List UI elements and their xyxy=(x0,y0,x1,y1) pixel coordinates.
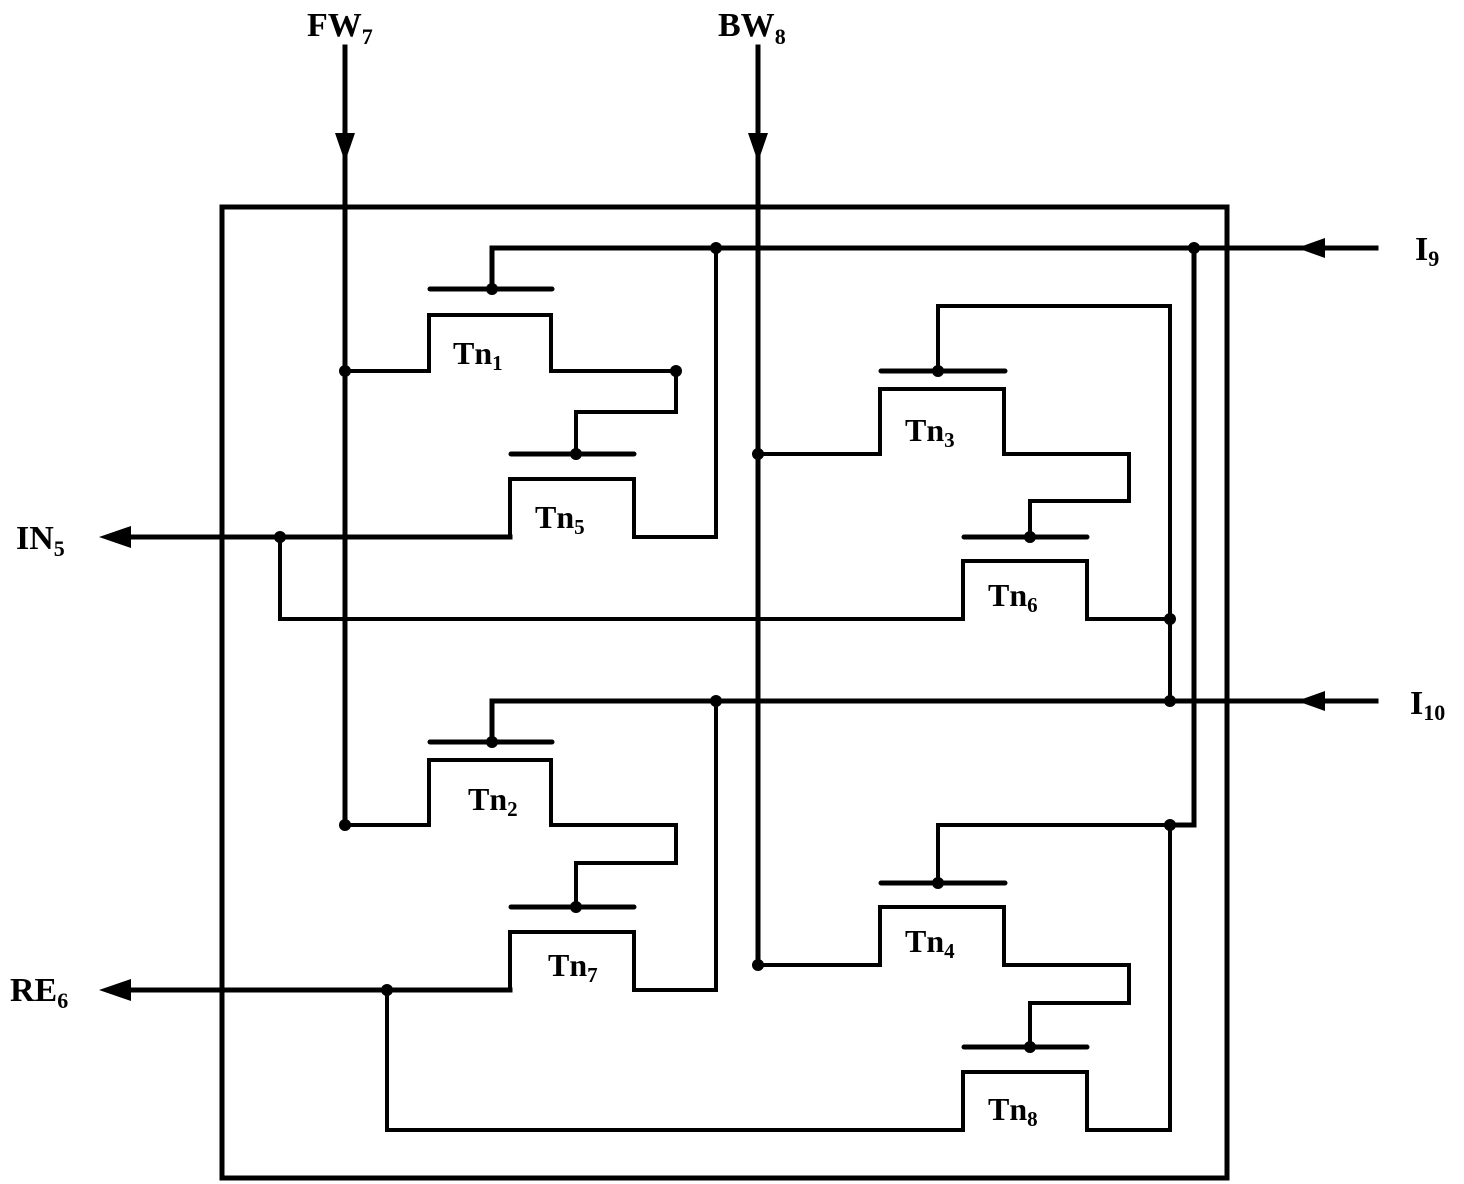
junction-dot xyxy=(1164,613,1176,625)
tn3-label: Tn3 xyxy=(905,412,955,452)
circuit-schematic: FW7 BW8 I9 I10 IN5 RE6 Tn1 Tn5 Tn3 Tn6 T… xyxy=(10,7,1445,1181)
junction-dot xyxy=(752,448,764,460)
bw-arrow-icon xyxy=(748,133,768,162)
i9-arrow-icon xyxy=(1297,238,1325,258)
i10-input-line xyxy=(489,691,1379,745)
junction-dot xyxy=(1164,819,1176,831)
transistor-tn2 xyxy=(339,736,678,909)
junction-dot xyxy=(486,736,498,748)
fw-input-line xyxy=(335,44,355,828)
re6-arrow-icon xyxy=(99,979,131,1001)
junction-dot xyxy=(1024,531,1036,543)
tn7-label: Tn7 xyxy=(548,947,598,987)
i9-input-line xyxy=(489,238,1379,292)
i10-arrow-icon xyxy=(1297,691,1325,711)
junction-dot xyxy=(339,819,351,831)
junction-dot xyxy=(1024,1041,1036,1053)
tn4-label: Tn4 xyxy=(905,923,955,963)
enclosure-box xyxy=(219,204,1230,1181)
transistor-tn1 xyxy=(339,283,682,456)
junction-dot xyxy=(752,959,764,971)
junction-dot xyxy=(932,365,944,377)
tn6-label: Tn6 xyxy=(988,577,1038,617)
i9-label: I9 xyxy=(1415,231,1439,271)
junction-dot xyxy=(486,283,498,295)
re6-label: RE6 xyxy=(10,972,68,1013)
tn2-label: Tn2 xyxy=(468,781,518,821)
re6-output-line xyxy=(99,979,965,1132)
junction-dot xyxy=(932,877,944,889)
fw-label: FW7 xyxy=(307,7,373,49)
tn1-label: Tn1 xyxy=(453,335,503,375)
bw-label: BW8 xyxy=(718,7,786,49)
bw-input-line xyxy=(748,44,768,968)
junction-dot xyxy=(339,365,351,377)
i10-label: I10 xyxy=(1410,685,1445,725)
junction-dot xyxy=(570,448,582,460)
junction-dot xyxy=(670,365,682,377)
tn8-label: Tn8 xyxy=(988,1091,1038,1131)
transistor-tn6 xyxy=(961,531,1176,703)
in5-label: IN5 xyxy=(16,520,65,561)
in5-arrow-icon xyxy=(99,526,131,548)
junction-dot xyxy=(570,901,582,913)
in5-output-line xyxy=(99,526,965,621)
fw-arrow-icon xyxy=(335,133,355,162)
tn5-label: Tn5 xyxy=(535,499,585,539)
